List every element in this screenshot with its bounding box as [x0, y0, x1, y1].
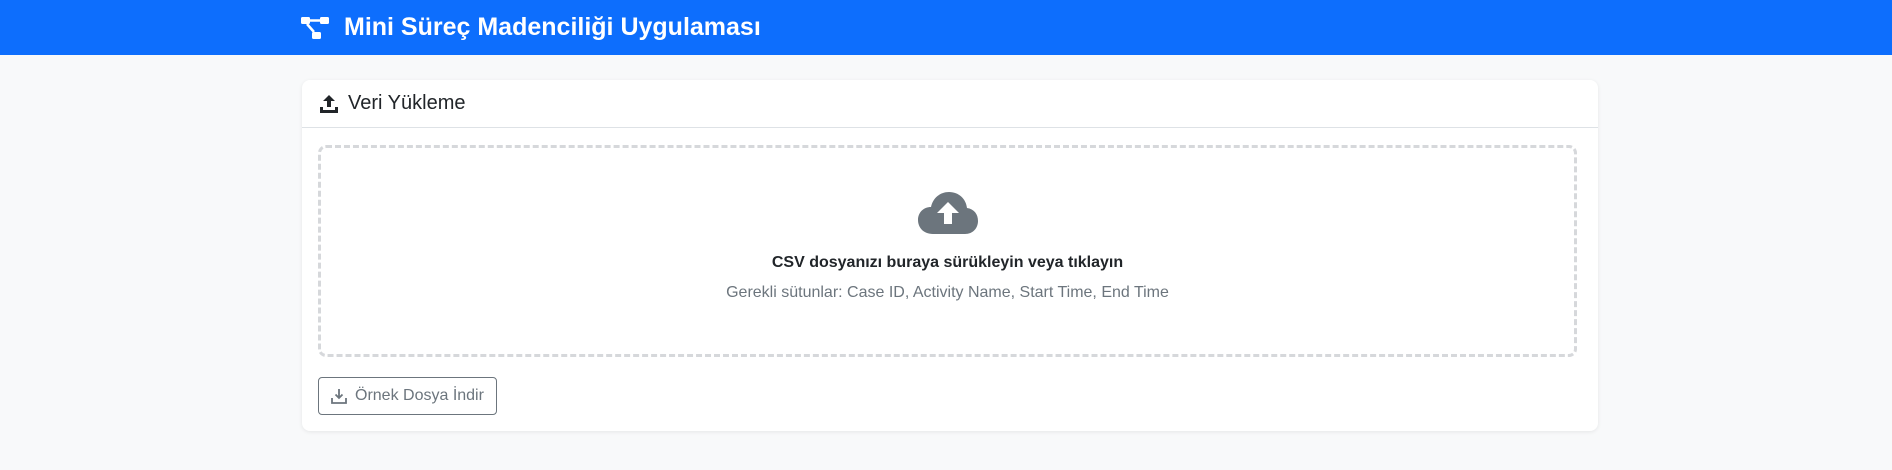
csv-dropzone[interactable]: CSV dosyanızı buraya sürükleyin veya tık…	[318, 145, 1577, 357]
cloud-upload-icon	[917, 190, 979, 236]
upload-card: Veri Yükleme CSV dosyanızı buraya sürükl…	[302, 80, 1598, 431]
process-flow-icon	[300, 15, 330, 41]
dropzone-title: CSV dosyanızı buraya sürükleyin veya tık…	[771, 254, 1124, 271]
card-header: Veri Yükleme	[302, 80, 1598, 128]
app-brand[interactable]: Mini Süreç Madenciliği Uygulaması	[300, 13, 761, 42]
card-title: Veri Yükleme	[348, 92, 466, 114]
download-icon	[331, 388, 347, 404]
download-sample-button[interactable]: Örnek Dosya İndir	[318, 377, 497, 415]
app-title: Mini Süreç Madenciliği Uygulaması	[344, 13, 761, 41]
top-navbar: Mini Süreç Madenciliği Uygulaması	[0, 0, 1892, 55]
upload-icon	[318, 93, 340, 115]
dropzone-subtitle: Gerekli sütunlar: Case ID, Activity Name…	[726, 284, 1169, 301]
download-sample-label: Örnek Dosya İndir	[355, 387, 484, 404]
